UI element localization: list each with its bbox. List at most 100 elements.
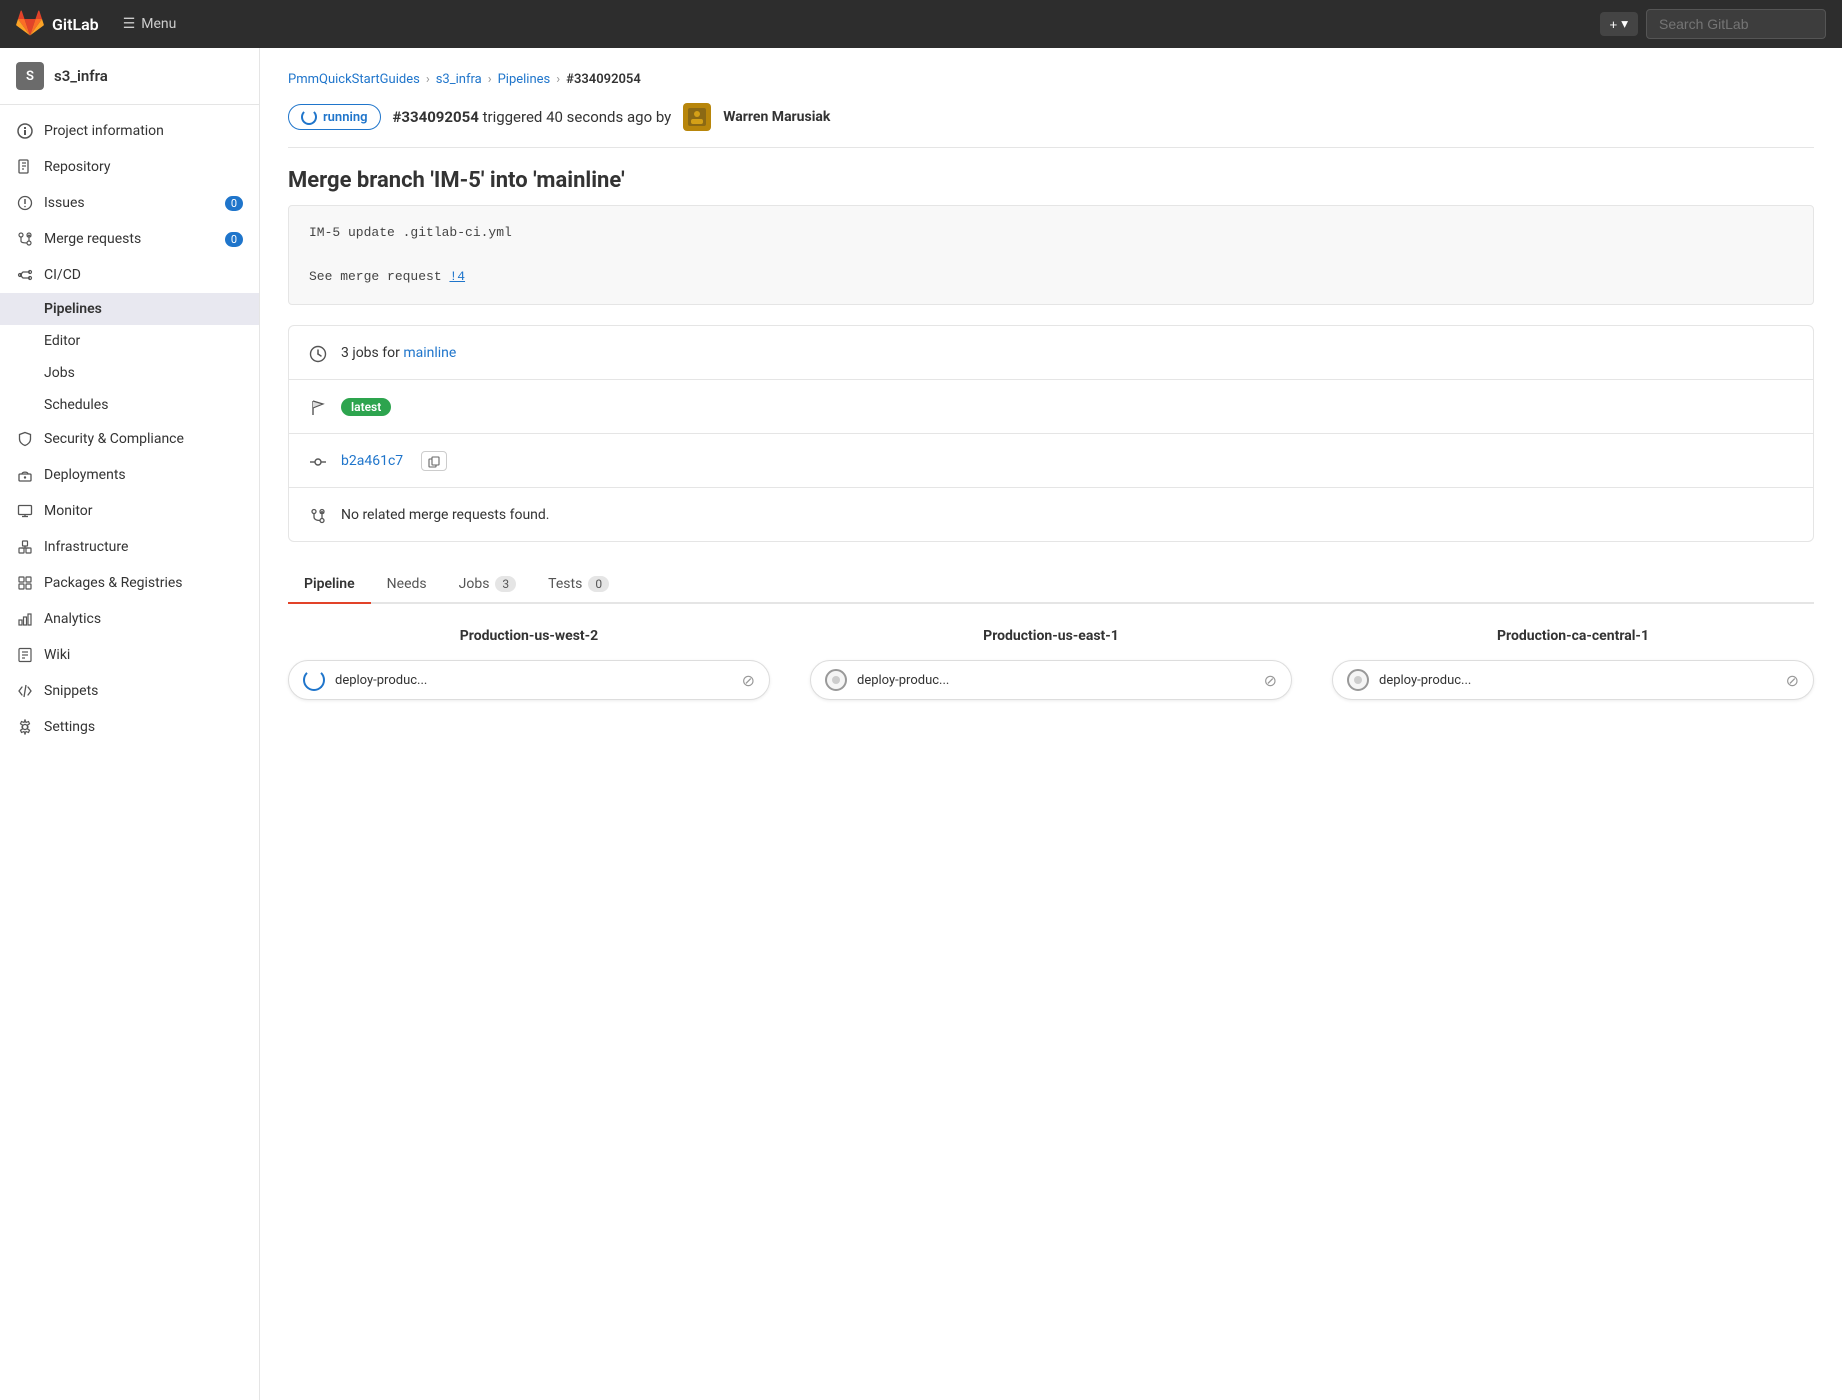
app-title: GitLab [52,15,99,34]
sidebar: S s3_infra Project information Repositor… [0,48,260,1400]
jobs-text: 3 jobs for mainline [341,345,456,361]
breadcrumb-sep-1: › [426,72,430,87]
info-row-no-merge: No related merge requests found. [289,488,1813,541]
sidebar-label-repository: Repository [44,159,243,175]
app-layout: S s3_infra Project information Repositor… [0,48,1842,1400]
sidebar-item-project-information[interactable]: Project information [0,113,259,149]
sidebar-label-cicd: CI/CD [44,267,243,283]
issues-icon [16,194,34,212]
sidebar-item-monitor[interactable]: Monitor [0,493,259,529]
sidebar-item-snippets[interactable]: Snippets [0,673,259,709]
sidebar-label-snippets: Snippets [44,683,243,699]
deployments-icon [16,466,34,484]
breadcrumb-sep-2: › [488,72,492,87]
analytics-icon [16,610,34,628]
breadcrumb-pmm[interactable]: PmmQuickStartGuides [288,72,420,87]
sidebar-item-issues[interactable]: Issues 0 [0,185,259,221]
branch-link[interactable]: mainline [403,345,456,361]
menu-button[interactable]: ☰ Menu [123,16,177,32]
sidebar-header: S s3_infra [0,48,259,105]
sidebar-item-cicd[interactable]: CI/CD [0,257,259,293]
sidebar-label-pipelines: Pipelines [44,301,243,317]
pipeline-status-label: running [323,110,368,125]
pipeline-title: #334092054 triggered 40 seconds ago by [393,108,672,126]
job-name-1: deploy-produc... [335,673,732,688]
stage-title-1: Production-us-west-2 [288,628,770,644]
jobs-tab-count: 3 [495,576,516,592]
commit-message-block: IM-5 update .gitlab-ci.yml See merge req… [288,205,1814,305]
tab-pipeline[interactable]: Pipeline [288,566,371,604]
sidebar-label-packages-registries: Packages & Registries [44,575,243,591]
pipeline-header: running #334092054 triggered 40 seconds … [288,103,1814,148]
merge-icon-card [309,504,327,525]
breadcrumb-sep-3: › [556,72,560,87]
commit-title: Merge branch 'IM-5' into 'mainline' [288,168,1814,193]
snippets-icon [16,682,34,700]
new-item-button[interactable]: + ▾ [1600,12,1639,36]
job-item-1[interactable]: deploy-produc... ⊘ [288,660,770,700]
job-status-waiting-icon-3 [1347,669,1369,691]
sidebar-label-security-compliance: Security & Compliance [44,431,243,447]
sidebar-label-merge-requests: Merge requests [44,231,215,247]
job-skip-icon-2: ⊘ [1264,671,1277,690]
job-item-2[interactable]: deploy-produc... ⊘ [810,660,1292,700]
info-icon [16,122,34,140]
job-item-3[interactable]: deploy-produc... ⊘ [1332,660,1814,700]
pipeline-author: Warren Marusiak [723,109,830,125]
stage-title-3: Production-ca-central-1 [1332,628,1814,644]
repo-icon [16,158,34,176]
sidebar-label-schedules: Schedules [44,397,243,413]
jobs-count: 3 jobs for [341,345,403,361]
pipeline-tabs: Pipeline Needs Jobs 3 Tests 0 [288,566,1814,604]
info-row-jobs: 3 jobs for mainline [289,326,1813,380]
shield-icon [16,430,34,448]
sidebar-item-pipelines[interactable]: Pipelines [0,293,259,325]
sidebar-item-security-compliance[interactable]: Security & Compliance [0,421,259,457]
topnav-actions: + ▾ [1600,9,1827,39]
copy-commit-hash-button[interactable] [421,451,447,471]
stage-title-2: Production-us-east-1 [810,628,1292,644]
top-navigation: GitLab ☰ Menu + ▾ [0,0,1842,48]
monitor-icon [16,502,34,520]
tab-jobs[interactable]: Jobs 3 [443,566,533,604]
gitlab-logo[interactable]: GitLab [16,10,99,38]
commit-hash-link[interactable]: b2a461c7 [341,453,403,469]
sidebar-item-editor[interactable]: Editor [0,325,259,357]
latest-badge: latest [341,398,391,416]
sidebar-item-packages-registries[interactable]: Packages & Registries [0,565,259,601]
sidebar-item-merge-requests[interactable]: Merge requests 0 [0,221,259,257]
info-card: 3 jobs for mainline latest b2a461c7 [288,325,1814,542]
tab-tests[interactable]: Tests 0 [532,566,625,604]
sidebar-item-repository[interactable]: Repository [0,149,259,185]
breadcrumb-pipelines[interactable]: Pipelines [498,72,551,87]
user-avatar [683,103,711,131]
sidebar-label-monitor: Monitor [44,503,243,519]
infra-icon [16,538,34,556]
breadcrumb: PmmQuickStartGuides › s3_infra › Pipelin… [288,72,1814,87]
sidebar-item-deployments[interactable]: Deployments [0,457,259,493]
project-name: s3_infra [54,67,108,85]
main-content: PmmQuickStartGuides › s3_infra › Pipelin… [260,48,1842,1400]
commit-line-2 [309,244,1793,266]
sidebar-label-settings: Settings [44,719,243,735]
info-row-latest: latest [289,380,1813,434]
chevron-down-icon: ▾ [1621,16,1628,32]
breadcrumb-s3infra[interactable]: s3_infra [436,72,482,87]
sidebar-item-schedules[interactable]: Schedules [0,389,259,421]
job-status-running-icon [303,669,325,691]
sidebar-item-wiki[interactable]: Wiki [0,637,259,673]
sidebar-item-settings[interactable]: Settings [0,709,259,745]
tab-needs[interactable]: Needs [371,566,443,604]
running-spinner [301,109,317,125]
merge-request-link[interactable]: !4 [449,269,465,284]
sidebar-item-infrastructure[interactable]: Infrastructure [0,529,259,565]
sidebar-label-wiki: Wiki [44,647,243,663]
search-input[interactable] [1646,9,1826,39]
sidebar-label-editor: Editor [44,333,243,349]
sidebar-item-analytics[interactable]: Analytics [0,601,259,637]
cicd-icon [16,266,34,284]
sidebar-item-jobs[interactable]: Jobs [0,357,259,389]
info-row-commit: b2a461c7 [289,434,1813,488]
settings-icon [16,718,34,736]
pipeline-trigger-text: triggered 40 seconds ago by [483,108,672,126]
